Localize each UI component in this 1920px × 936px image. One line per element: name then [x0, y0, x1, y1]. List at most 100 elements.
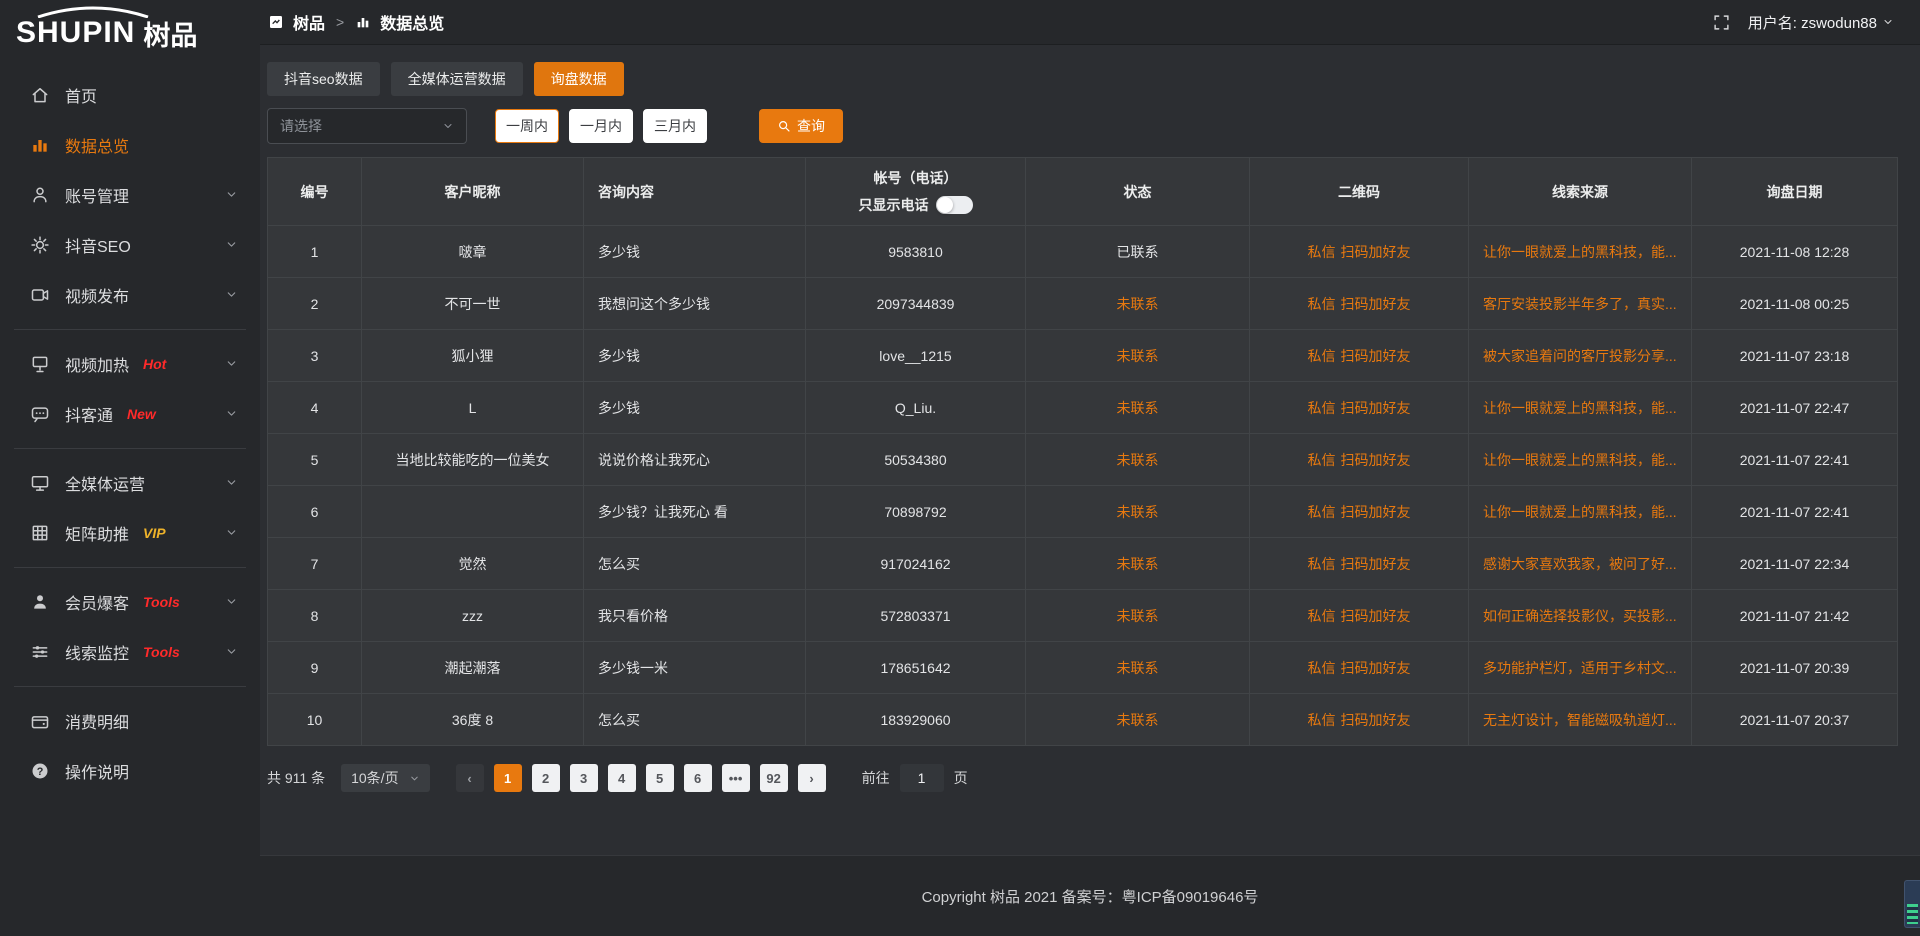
- sidebar-item-label: 抖客通: [65, 402, 113, 426]
- tab-media-operation-data[interactable]: 全媒体运营数据: [391, 62, 523, 96]
- goto-page-input[interactable]: [900, 764, 944, 792]
- page-button-4[interactable]: 4: [608, 764, 636, 792]
- phone-only-label: 只显示电话: [859, 195, 929, 215]
- content: 抖音seo数据 全媒体运营数据 询盘数据 请选择 一周内 一月内 三月内 查询: [260, 45, 1920, 855]
- private-message-link[interactable]: 私信: [1308, 504, 1336, 520]
- sidebar-item-data-overview[interactable]: 数据总览: [0, 120, 260, 170]
- more-pages-button[interactable]: •••: [722, 764, 750, 792]
- source-link[interactable]: 感谢大家喜欢我家，被问了好...: [1483, 556, 1677, 572]
- account-select[interactable]: 请选择: [267, 108, 467, 144]
- private-message-link[interactable]: 私信: [1308, 556, 1336, 572]
- sidebar-item-label: 视频加热: [65, 352, 129, 376]
- next-page-button[interactable]: ›: [798, 764, 826, 792]
- goto-label: 前往: [862, 768, 890, 788]
- fullscreen-icon[interactable]: [1713, 14, 1730, 31]
- filter-bar: 请选择 一周内 一月内 三月内 查询: [267, 108, 1898, 144]
- scan-add-friend-link[interactable]: 扫码加好友: [1341, 296, 1411, 312]
- private-message-link[interactable]: 私信: [1308, 400, 1336, 416]
- range-three-months-button[interactable]: 三月内: [643, 109, 707, 143]
- source-link[interactable]: 被大家追着问的客厅投影分享...: [1483, 348, 1677, 364]
- hot-badge: Hot: [143, 356, 166, 372]
- page-button-5[interactable]: 5: [646, 764, 674, 792]
- tools-badge: Tools: [143, 594, 180, 610]
- source-link[interactable]: 如何正确选择投影仪，买投影...: [1483, 608, 1677, 624]
- scan-add-friend-link[interactable]: 扫码加好友: [1341, 504, 1411, 520]
- scan-add-friend-link[interactable]: 扫码加好友: [1341, 608, 1411, 624]
- sidebar-item-douyin-seo[interactable]: 抖音SEO: [0, 220, 260, 270]
- private-message-link[interactable]: 私信: [1308, 452, 1336, 468]
- sidebar-item-video-heat[interactable]: 视频加热 Hot: [0, 339, 260, 389]
- scan-add-friend-link[interactable]: 扫码加好友: [1341, 400, 1411, 416]
- header-account-label: 帐号（电话）: [806, 168, 1025, 188]
- account-cell: 572803371: [806, 590, 1026, 642]
- source-cell: 被大家追着问的客厅投影分享...: [1469, 330, 1692, 382]
- private-message-link[interactable]: 私信: [1308, 296, 1336, 312]
- brand-logo[interactable]: SHUPIN 树品: [0, 0, 260, 66]
- user-menu[interactable]: 用户名: zswodun88: [1748, 12, 1894, 33]
- content-cell: 多少钱？让我死心 看: [584, 486, 806, 538]
- corner-widget[interactable]: [1904, 880, 1920, 928]
- content-cell: 多少钱一米: [584, 642, 806, 694]
- account-cell: 50534380: [806, 434, 1026, 486]
- tab-inquiry-data[interactable]: 询盘数据: [534, 62, 624, 96]
- chevron-down-icon: [225, 238, 238, 256]
- sidebar-item-consumption-detail[interactable]: 消费明细: [0, 696, 260, 746]
- scan-add-friend-link[interactable]: 扫码加好友: [1341, 712, 1411, 728]
- status-cell: 未联系: [1026, 434, 1250, 486]
- source-link[interactable]: 无主灯设计，智能磁吸轨道灯...: [1483, 712, 1677, 728]
- scan-add-friend-link[interactable]: 扫码加好友: [1341, 452, 1411, 468]
- source-link[interactable]: 让你一眼就爱上的黑科技，能...: [1483, 400, 1677, 416]
- chevron-down-icon: [225, 407, 238, 425]
- query-button[interactable]: 查询: [759, 109, 843, 143]
- scan-add-friend-link[interactable]: 扫码加好友: [1341, 244, 1411, 260]
- source-link[interactable]: 客厅安装投影半年多了，真实...: [1483, 296, 1677, 312]
- scan-add-friend-link[interactable]: 扫码加好友: [1341, 348, 1411, 364]
- phone-only-toggle[interactable]: [936, 196, 973, 214]
- status-cell: 未联系: [1026, 486, 1250, 538]
- sidebar-item-media-operation[interactable]: 全媒体运营: [0, 458, 260, 508]
- no-cell: 4: [268, 382, 362, 434]
- nickname-cell: 潮起潮落: [362, 642, 584, 694]
- breadcrumb: 树品 > 数据总览: [268, 10, 444, 34]
- breadcrumb-home[interactable]: 树品: [293, 10, 325, 34]
- page-button-2[interactable]: 2: [532, 764, 560, 792]
- chat-icon: [30, 404, 50, 424]
- page-button-1[interactable]: 1: [494, 764, 522, 792]
- sidebar-item-douketong[interactable]: 抖客通 New: [0, 389, 260, 439]
- qr-cell: 私信扫码加好友: [1250, 434, 1469, 486]
- sidebar-item-clue-monitor[interactable]: 线索监控 Tools: [0, 627, 260, 677]
- sidebar-item-home[interactable]: 首页: [0, 70, 260, 120]
- page-size-select[interactable]: 10条/页: [341, 764, 429, 792]
- sidebar-item-matrix-boost[interactable]: 矩阵助推 VIP: [0, 508, 260, 558]
- private-message-link[interactable]: 私信: [1308, 244, 1336, 260]
- status-cell: 未联系: [1026, 538, 1250, 590]
- sidebar-item-video-publish[interactable]: 视频发布: [0, 270, 260, 320]
- page-button-92[interactable]: 92: [760, 764, 788, 792]
- source-link[interactable]: 多功能护栏灯，适用于乡村文...: [1483, 660, 1677, 676]
- inquiry-table: 编号 客户昵称 咨询内容 帐号（电话） 只显示电话 状态: [267, 157, 1898, 746]
- page-button-6[interactable]: 6: [684, 764, 712, 792]
- tab-douyin-seo-data[interactable]: 抖音seo数据: [267, 62, 380, 96]
- prev-page-button[interactable]: ‹: [456, 764, 484, 792]
- source-link[interactable]: 让你一眼就爱上的黑科技，能...: [1483, 504, 1677, 520]
- range-one-week-button[interactable]: 一周内: [495, 109, 559, 143]
- sidebar-item-member-burst[interactable]: 会员爆客 Tools: [0, 577, 260, 627]
- sidebar-item-instructions[interactable]: ? 操作说明: [0, 746, 260, 796]
- sidebar-item-account-management[interactable]: 账号管理: [0, 170, 260, 220]
- private-message-link[interactable]: 私信: [1308, 660, 1336, 676]
- source-link[interactable]: 让你一眼就爱上的黑科技，能...: [1483, 452, 1677, 468]
- sidebar-item-label: 矩阵助推: [65, 521, 129, 545]
- private-message-link[interactable]: 私信: [1308, 712, 1336, 728]
- range-one-month-button[interactable]: 一月内: [569, 109, 633, 143]
- chevron-down-icon: [225, 288, 238, 306]
- source-cell: 感谢大家喜欢我家，被问了好...: [1469, 538, 1692, 590]
- scan-add-friend-link[interactable]: 扫码加好友: [1341, 556, 1411, 572]
- page-button-3[interactable]: 3: [570, 764, 598, 792]
- private-message-link[interactable]: 私信: [1308, 348, 1336, 364]
- table-header-row: 编号 客户昵称 咨询内容 帐号（电话） 只显示电话 状态: [268, 158, 1898, 226]
- chevron-down-icon: [409, 773, 420, 784]
- source-link[interactable]: 让你一眼就爱上的黑科技，能...: [1483, 244, 1677, 260]
- header-source: 线索来源: [1469, 158, 1692, 226]
- scan-add-friend-link[interactable]: 扫码加好友: [1341, 660, 1411, 676]
- private-message-link[interactable]: 私信: [1308, 608, 1336, 624]
